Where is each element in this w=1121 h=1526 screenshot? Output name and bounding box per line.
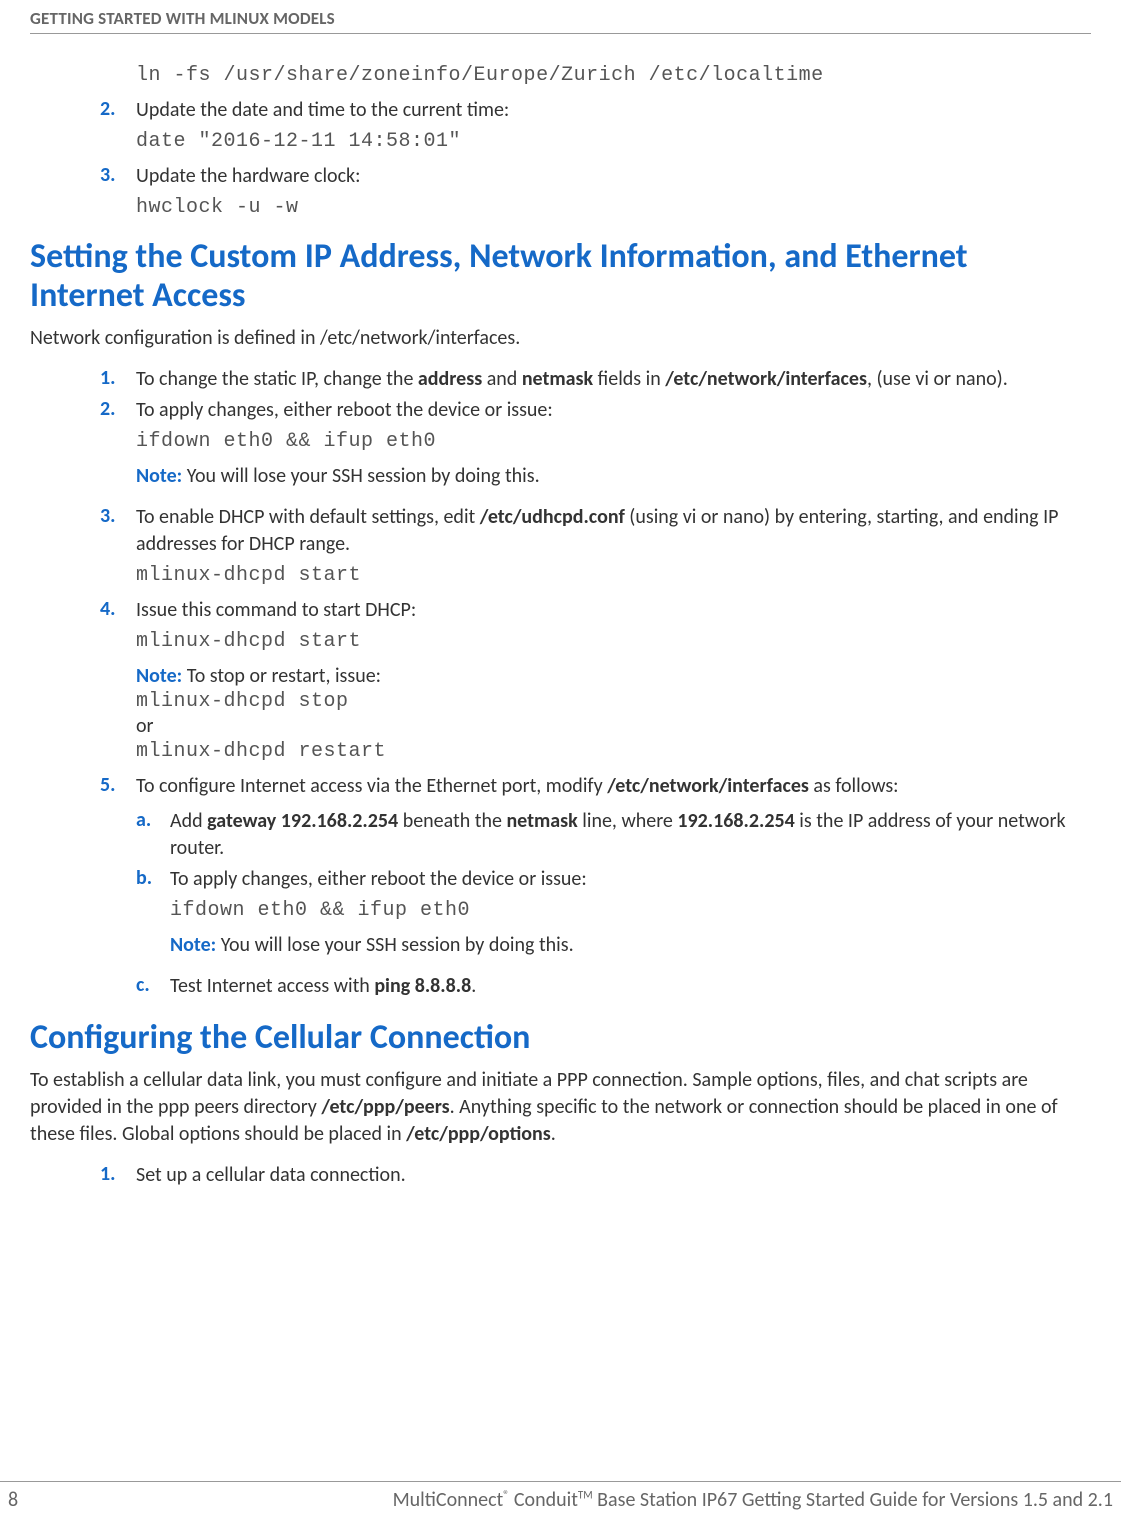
- list-text: Set up a cellular data connection.: [136, 1162, 1081, 1189]
- note: Note: You will lose your SSH session by …: [136, 463, 1081, 490]
- list-item: 4. Issue this command to start DHCP:: [100, 597, 1081, 624]
- list-text: Update the date and time to the current …: [136, 97, 1081, 124]
- list-text: Test Internet access with ping 8.8.8.8.: [170, 973, 1081, 1000]
- list-letter: a.: [136, 808, 170, 832]
- text: or: [136, 713, 1081, 740]
- list-item: b. To apply changes, either reboot the d…: [136, 866, 1081, 893]
- list-item: 1. To change the static IP, change the a…: [100, 366, 1081, 393]
- list-item: c. Test Internet access with ping 8.8.8.…: [136, 973, 1081, 1000]
- note-label: Note:: [170, 933, 221, 957]
- list-item: 1. Set up a cellular data connection.: [100, 1162, 1081, 1189]
- list-number: 5.: [100, 773, 136, 797]
- list-number: 1.: [100, 1162, 136, 1186]
- list-text: To apply changes, either reboot the devi…: [136, 397, 1081, 424]
- list-number: 2.: [100, 97, 136, 121]
- paragraph: To establish a cellular data link, you m…: [30, 1067, 1081, 1148]
- list-number: 3.: [100, 163, 136, 187]
- note: Note: To stop or restart, issue:: [136, 663, 1081, 690]
- list-item: 3. Update the hardware clock:: [100, 163, 1081, 190]
- note-label: Note:: [136, 664, 187, 688]
- list-item: a. Add gateway 192.168.2.254 beneath the…: [136, 808, 1081, 862]
- code-block: mlinux-dhcpd stop: [136, 690, 1081, 713]
- list-text: To apply changes, either reboot the devi…: [170, 866, 1081, 893]
- list-item: 2. Update the date and time to the curre…: [100, 97, 1081, 124]
- page-footer: 8 MultiConnect® ConduitTM Base Station I…: [0, 1481, 1121, 1512]
- page-content: ln -fs /usr/share/zoneinfo/Europe/Zurich…: [30, 64, 1091, 1189]
- list-number: 2.: [100, 397, 136, 421]
- section-heading: Configuring the Cellular Connection: [30, 1018, 1081, 1057]
- list-text: Issue this command to start DHCP:: [136, 597, 1081, 624]
- code-block: date "2016-12-11 14:58:01": [136, 130, 1081, 153]
- list-item: 3. To enable DHCP with default settings,…: [100, 504, 1081, 558]
- code-block: ifdown eth0 && ifup eth0: [136, 430, 1081, 453]
- page-number: 8: [8, 1488, 18, 1512]
- list-text: To configure Internet access via the Eth…: [136, 773, 1081, 800]
- code-block: mlinux-dhcpd restart: [136, 740, 1081, 763]
- note: Note: You will lose your SSH session by …: [170, 932, 1081, 959]
- list-item: 5. To configure Internet access via the …: [100, 773, 1081, 800]
- list-number: 4.: [100, 597, 136, 621]
- list-text: Update the hardware clock:: [136, 163, 1081, 190]
- code-block: mlinux-dhcpd start: [136, 564, 1081, 587]
- footer-title: MultiConnect® ConduitTM Base Station IP6…: [393, 1488, 1113, 1512]
- section-heading: Setting the Custom IP Address, Network I…: [30, 237, 1081, 315]
- page-header: GETTING STARTED WITH MLINUX MODELS: [30, 0, 1091, 34]
- list-letter: b.: [136, 866, 170, 890]
- header-title: GETTING STARTED WITH MLINUX MODELS: [30, 8, 1091, 29]
- code-block: ifdown eth0 && ifup eth0: [170, 899, 1081, 922]
- list-text: Add gateway 192.168.2.254 beneath the ne…: [170, 808, 1081, 862]
- list-item: 2. To apply changes, either reboot the d…: [100, 397, 1081, 424]
- list-text: To enable DHCP with default settings, ed…: [136, 504, 1081, 558]
- list-number: 1.: [100, 366, 136, 390]
- list-letter: c.: [136, 973, 170, 997]
- code-block: hwclock -u -w: [136, 196, 1081, 219]
- note-label: Note:: [136, 464, 187, 488]
- paragraph: Network configuration is defined in /etc…: [30, 325, 1081, 352]
- list-number: 3.: [100, 504, 136, 528]
- code-block: mlinux-dhcpd start: [136, 630, 1081, 653]
- list-text: To change the static IP, change the addr…: [136, 366, 1081, 393]
- code-block: ln -fs /usr/share/zoneinfo/Europe/Zurich…: [136, 64, 1081, 87]
